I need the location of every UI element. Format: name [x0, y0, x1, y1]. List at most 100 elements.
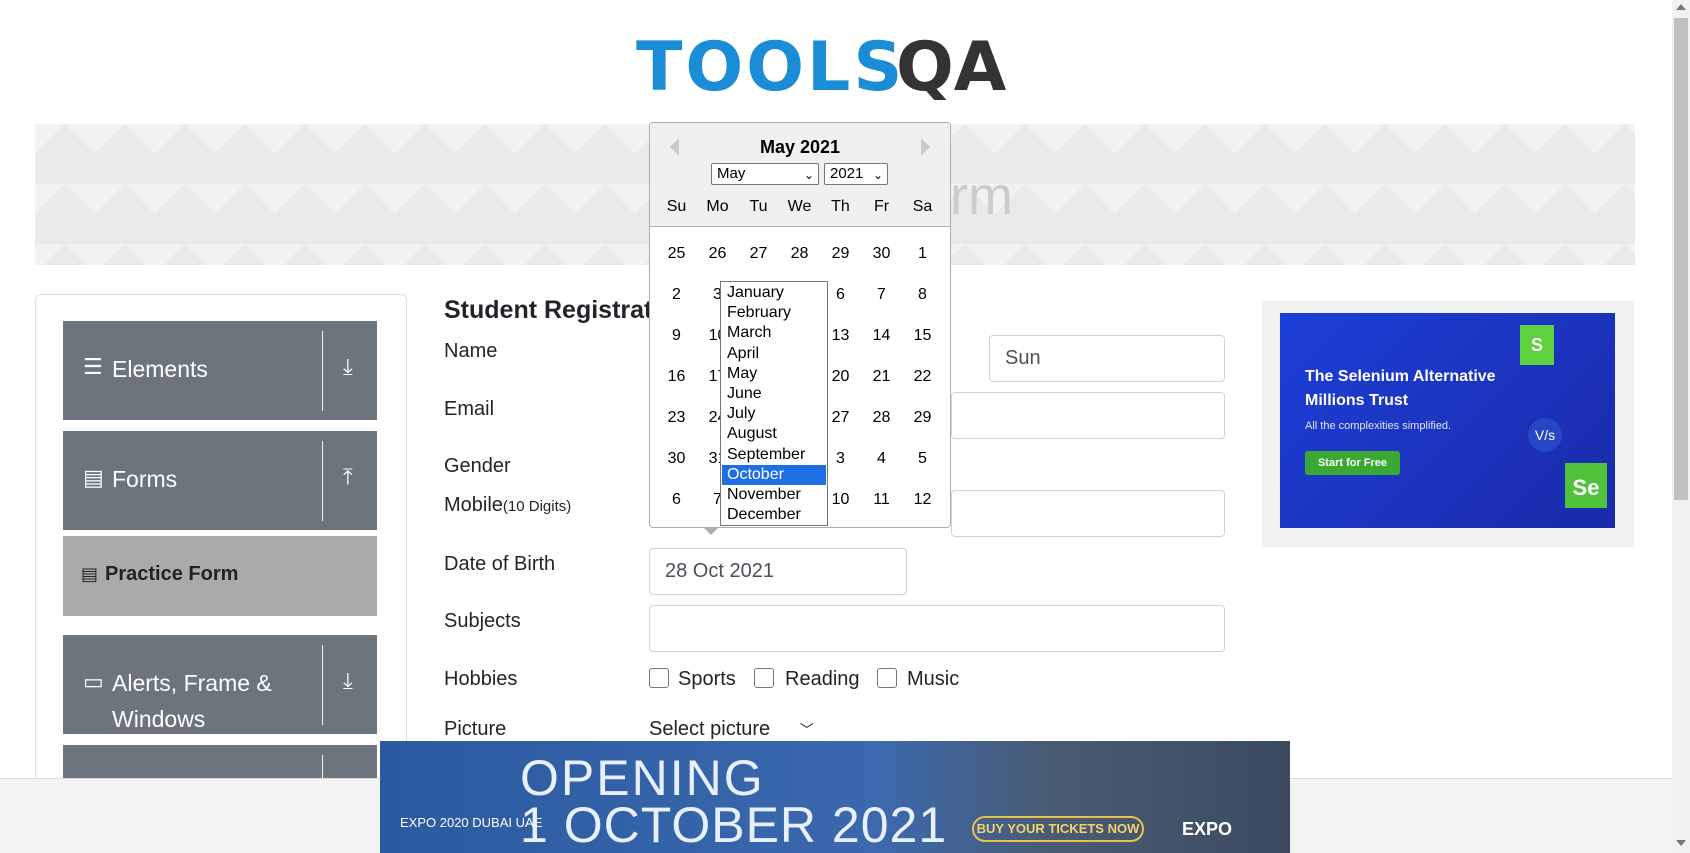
- day-cell[interactable]: 26: [697, 245, 738, 263]
- picture-select[interactable]: Select picture ﹀: [649, 718, 814, 741]
- chevron-down-icon: ⌄: [803, 168, 814, 182]
- day-cell[interactable]: 6: [656, 491, 697, 509]
- sidebar-item-practice-form[interactable]: ▤ Practice Form: [63, 536, 377, 616]
- month-option[interactable]: June: [722, 384, 826, 404]
- month-option[interactable]: May: [722, 364, 826, 384]
- email-input[interactable]: [951, 392, 1225, 439]
- expo-ad[interactable]: EXPO 2020 DUBAI UAE OPENING 1 OCTOBER 20…: [380, 741, 1290, 853]
- hobby-music-checkbox[interactable]: [877, 668, 897, 688]
- last-name-input[interactable]: Sun: [989, 335, 1225, 382]
- form-title: Student Registratio: [444, 296, 675, 324]
- toolsqa-logo[interactable]: TOOLS QA: [636, 22, 1056, 112]
- datepicker-pointer: [703, 527, 719, 535]
- side-ad-banner[interactable]: S The Selenium Alternative Millions Trus…: [1280, 313, 1615, 528]
- scroll-down-icon[interactable]: [1676, 840, 1686, 846]
- day-cell[interactable]: 30: [861, 245, 902, 263]
- dob-label: Date of Birth: [444, 553, 556, 575]
- day-cell[interactable]: 22: [902, 368, 943, 386]
- buy-tickets-button[interactable]: BUY YOUR TICKETS NOW: [972, 816, 1144, 842]
- day-cell[interactable]: 28: [861, 409, 902, 427]
- mobile-label: Mobile(10 Digits): [444, 494, 571, 517]
- day-cell[interactable]: 4: [861, 450, 902, 468]
- sidebar-group-label: Forms: [112, 466, 178, 492]
- sidebar-group-label-line2: Windows: [112, 706, 206, 732]
- datepicker-title: May 2021: [759, 137, 841, 157]
- ad-s-badge: S: [1520, 325, 1554, 365]
- download-arrow-icon[interactable]: ⤓: [343, 354, 353, 380]
- day-cell[interactable]: 27: [738, 245, 779, 263]
- day-cell[interactable]: 21: [861, 368, 902, 386]
- day-cell[interactable]: 23: [656, 409, 697, 427]
- year-select-value: 2021: [830, 165, 864, 182]
- sidebar-group-elements[interactable]: ☰ Elements ⤓: [63, 321, 377, 420]
- month-option[interactable]: September: [722, 445, 826, 465]
- scrollbar-thumb[interactable]: [1674, 18, 1688, 500]
- day-cell[interactable]: 30: [656, 450, 697, 468]
- day-cell[interactable]: 7: [861, 286, 902, 304]
- hobby-reading-checkbox[interactable]: [754, 668, 774, 688]
- month-option[interactable]: August: [722, 424, 826, 444]
- day-cell[interactable]: 29: [820, 245, 861, 263]
- mobile-hint: (10 Digits): [502, 498, 572, 515]
- side-ad[interactable]: S The Selenium Alternative Millions Trus…: [1262, 300, 1634, 548]
- day-cell[interactable]: 15: [902, 327, 943, 345]
- day-cell[interactable]: 11: [861, 491, 902, 509]
- upload-arrow-icon[interactable]: ⤒: [343, 464, 353, 490]
- mobile-label-text: Mobile: [444, 494, 503, 516]
- hobby-reading-label[interactable]: Reading: [785, 668, 860, 691]
- scrollbar[interactable]: [1672, 0, 1690, 853]
- day-cell[interactable]: 29: [902, 409, 943, 427]
- month-select[interactable]: May ⌄: [711, 163, 819, 185]
- weekday-label: Fr: [873, 198, 890, 215]
- day-cell[interactable]: 2: [656, 286, 697, 304]
- month-option[interactable]: January: [722, 283, 826, 303]
- form-icon: ▤: [83, 465, 104, 490]
- year-select[interactable]: 2021 ⌄: [824, 163, 888, 185]
- day-cell[interactable]: 8: [902, 286, 943, 304]
- weekday-label: Tu: [749, 198, 768, 215]
- month-option[interactable]: October: [722, 464, 826, 485]
- email-label: Email: [444, 398, 495, 420]
- hobby-sports-label[interactable]: Sports: [678, 668, 736, 691]
- picture-select-text: Select picture: [649, 718, 771, 740]
- sidebar-group-label: Alerts, Frame &: [112, 670, 272, 696]
- month-option[interactable]: March: [722, 323, 826, 343]
- day-cell[interactable]: 14: [861, 327, 902, 345]
- weekday-label: Mo: [706, 198, 729, 215]
- day-cell[interactable]: 28: [779, 245, 820, 263]
- gender-label: Gender: [444, 455, 511, 477]
- day-cell[interactable]: 12: [902, 491, 943, 509]
- download-arrow-icon[interactable]: ⤓: [343, 668, 353, 694]
- month-option[interactable]: July: [722, 404, 826, 424]
- month-option[interactable]: April: [722, 344, 826, 364]
- next-month-icon[interactable]: [921, 138, 930, 156]
- logo-qa-text: QA: [896, 28, 1007, 107]
- weekday-label: Th: [831, 198, 850, 215]
- banner-title: rm: [950, 166, 1013, 226]
- mobile-input[interactable]: [951, 490, 1225, 537]
- hobby-sports-checkbox[interactable]: [649, 668, 669, 688]
- dob-input[interactable]: 28 Oct 2021: [649, 548, 907, 595]
- month-option[interactable]: December: [722, 505, 826, 525]
- day-cell[interactable]: 5: [902, 450, 943, 468]
- day-cell[interactable]: 16: [656, 368, 697, 386]
- sidebar-group-forms[interactable]: ▤ Forms ⤒: [63, 431, 377, 530]
- month-dropdown-list[interactable]: January February March April May June July Augu…: [720, 281, 828, 526]
- ad-start-button[interactable]: Start for Free: [1305, 451, 1400, 475]
- sidebar-group-label: Elements: [112, 356, 208, 382]
- day-cell[interactable]: 9: [656, 327, 697, 345]
- subjects-input[interactable]: [649, 605, 1225, 652]
- sidebar-group-alerts[interactable]: ▭ Alerts, Frame & Windows ⤓: [63, 635, 377, 734]
- sidebar: ☰ Elements ⤓ ▤ Forms ⤒ ▤ Practice Form ▭…: [35, 294, 407, 814]
- logo-tools-text: TOOLS: [636, 28, 906, 107]
- month-select-value: May: [717, 165, 746, 182]
- divider: [322, 645, 323, 725]
- day-cell[interactable]: 25: [656, 245, 697, 263]
- month-option[interactable]: November: [722, 485, 826, 505]
- scroll-up-icon[interactable]: [1676, 4, 1686, 10]
- month-option[interactable]: February: [722, 303, 826, 323]
- day-cell[interactable]: 1: [902, 245, 943, 263]
- expo-headline-2: 1 OCTOBER 2021: [520, 797, 948, 853]
- picture-label: Picture: [444, 718, 507, 740]
- hobby-music-label[interactable]: Music: [907, 668, 959, 691]
